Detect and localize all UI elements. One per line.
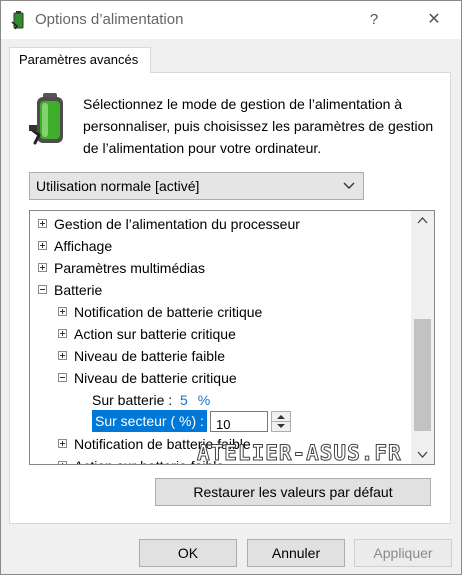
tree-scrollbar[interactable] <box>411 211 434 464</box>
power-plan-dropdown[interactable]: Utilisation normale [activé] <box>29 172 364 200</box>
plugged-in-spinner[interactable] <box>271 411 291 432</box>
help-button[interactable]: ? <box>359 7 389 33</box>
tab-advanced-settings[interactable]: Paramètres avancés <box>9 47 151 73</box>
ok-button[interactable]: OK <box>139 539 237 567</box>
plus-box-icon[interactable] <box>58 439 67 448</box>
on-battery-label: Sur batterie : <box>92 392 173 408</box>
plugged-in-setting[interactable]: Sur secteur ( %) : 10 <box>30 410 410 432</box>
tree-item-label: Affichage <box>54 238 113 254</box>
arrow-up-icon <box>277 415 285 419</box>
spin-down-button[interactable] <box>272 422 290 432</box>
restore-defaults-button[interactable]: Restaurer les valeurs par défaut <box>155 478 431 506</box>
minus-box-icon[interactable] <box>38 285 47 294</box>
window-title: Options d’alimentation <box>35 11 184 28</box>
chevron-down-icon <box>343 182 355 189</box>
plus-box-icon[interactable] <box>38 241 47 250</box>
plus-box-icon[interactable] <box>58 307 67 316</box>
title-bar: Options d’alimentation ? ✕ <box>1 1 461 39</box>
tree-item-label: Niveau de batterie faible <box>74 348 225 364</box>
tree-item-label: Action sur batterie critique <box>74 326 236 342</box>
battery-icon <box>29 93 63 145</box>
scroll-thumb[interactable] <box>414 319 431 431</box>
power-plan-value: Utilisation normale [activé] <box>36 178 200 194</box>
plus-box-icon[interactable] <box>58 351 67 360</box>
tree-item-label: Gestion de l’alimentation du processeur <box>54 216 300 232</box>
plugged-in-label: Sur secteur ( %) : <box>92 410 207 432</box>
spin-up-button[interactable] <box>272 412 290 422</box>
tree-item-label: Paramètres multimédias <box>54 260 205 276</box>
scroll-down-button[interactable] <box>411 444 434 464</box>
cancel-button[interactable]: Annuler <box>247 539 345 567</box>
tree-item-label: Batterie <box>54 282 103 298</box>
close-button[interactable]: ✕ <box>419 7 449 33</box>
watermark: ATELIER-ASUS.FR <box>197 441 402 466</box>
on-battery-value[interactable]: 5 <box>180 392 188 408</box>
tree-item-label: Notification de batterie critique <box>74 304 263 320</box>
plus-box-icon[interactable] <box>58 329 67 338</box>
battery-plug-icon <box>11 11 24 30</box>
on-battery-unit: % <box>197 392 211 408</box>
on-battery-setting[interactable]: Sur batterie : 5 % <box>92 389 210 411</box>
arrow-down-icon <box>277 424 285 428</box>
power-options-dialog: Options d’alimentation ? ✕ Paramètres av… <box>0 0 462 575</box>
plus-box-icon[interactable] <box>58 461 67 464</box>
plus-box-icon[interactable] <box>38 219 47 228</box>
scroll-up-button[interactable] <box>411 211 434 231</box>
plugged-in-input[interactable]: 10 <box>210 411 268 432</box>
plus-box-icon[interactable] <box>38 263 47 272</box>
description-text: Sélectionnez le mode de gestion de l’ali… <box>83 96 434 156</box>
apply-button[interactable]: Appliquer <box>354 539 452 567</box>
settings-tree[interactable]: Gestion de l’alimentation du processeur … <box>29 210 435 465</box>
tree-item-label: Niveau de batterie critique <box>74 370 237 386</box>
minus-box-icon[interactable] <box>58 373 67 382</box>
chevron-down-icon <box>417 451 428 458</box>
chevron-up-icon <box>417 217 428 224</box>
